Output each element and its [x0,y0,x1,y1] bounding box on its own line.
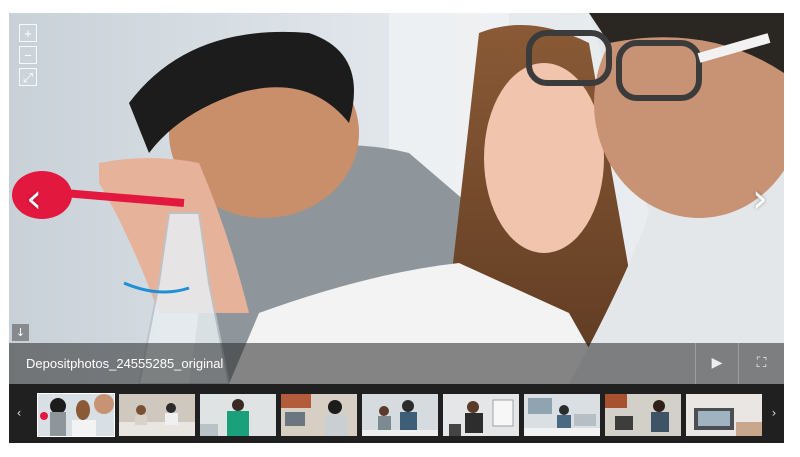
thumbnail-5[interactable] [362,394,438,436]
play-slideshow-button[interactable]: ▶ [695,343,738,384]
next-image-button[interactable]: › [750,179,770,221]
thumbnail-image [362,394,438,436]
zoom-out-button[interactable]: − [19,46,37,64]
thumbnail-image [443,394,519,436]
thumbnails-next-button[interactable]: › [768,406,780,420]
fullscreen-button[interactable]: ⛶ [738,343,784,384]
prev-image-button[interactable]: ‹ [24,179,44,221]
zoom-in-button[interactable]: + [19,24,37,42]
thumbnail-4[interactable] [281,394,357,436]
main-image[interactable]: + − ⤢ ‹ › ↓ Depositphotos_24555285_origi… [9,13,784,384]
caption-bar: Depositphotos_24555285_original ▶ ⛶ [9,343,784,384]
lab-photo [9,13,784,384]
thumbnail-strip: ‹ › [9,384,784,443]
thumbnail-image [281,394,357,436]
reset-zoom-button[interactable]: ⤢ [19,68,37,86]
thumbnail-9[interactable] [686,394,762,436]
thumbnail-6[interactable] [443,394,519,436]
download-button[interactable]: ↓ [12,324,29,341]
thumbnail-2[interactable] [119,394,195,436]
zoom-controls: + − ⤢ [19,24,37,86]
thumbnail-1[interactable] [37,393,115,437]
thumbnail-8[interactable] [605,394,681,436]
thumbnails-prev-button[interactable]: ‹ [13,406,25,420]
thumbnail-image [524,394,600,436]
thumbnail-image [200,394,276,436]
thumbnail-3[interactable] [200,394,276,436]
thumbnail-image [38,394,114,436]
fullscreen-icon: ⛶ [756,355,767,371]
thumbnail-image [605,394,681,436]
image-caption: Depositphotos_24555285_original [26,356,224,371]
thumbnail-image [119,394,195,436]
image-gallery: + − ⤢ ‹ › ↓ Depositphotos_24555285_origi… [9,13,784,443]
thumbnail-7[interactable] [524,394,600,436]
thumbnail-image [686,394,762,436]
play-icon: ▶ [711,355,723,371]
